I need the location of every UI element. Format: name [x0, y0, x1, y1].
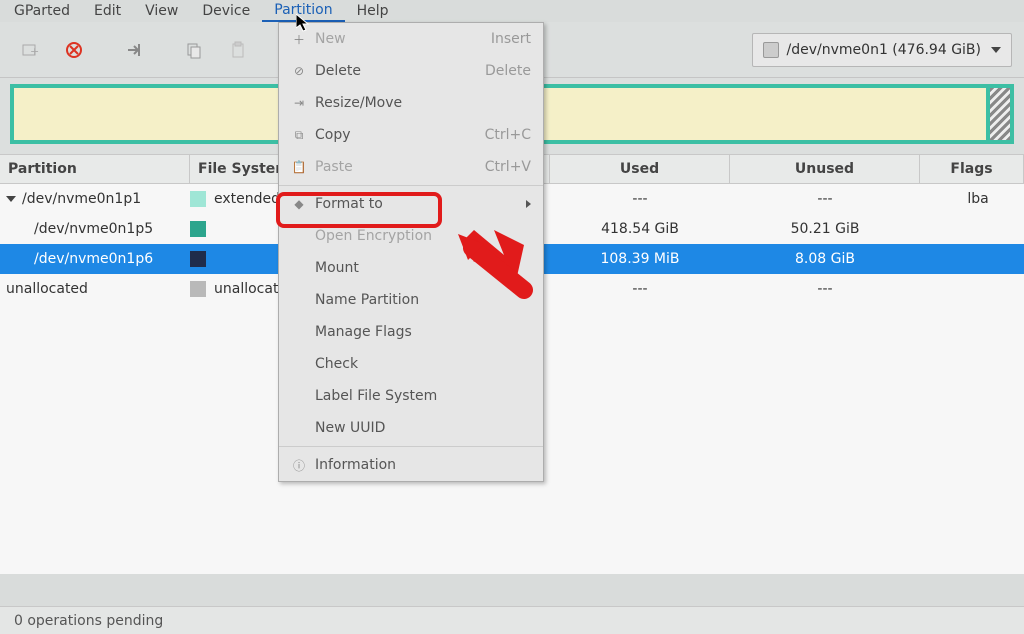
menu-accel: Insert: [491, 31, 531, 47]
partition-menu[interactable]: ＋ New Insert ⊘ Delete Delete ⇥ Resize/Move ⧉ Copy…: [278, 22, 544, 482]
blank-icon: [291, 420, 307, 436]
chevron-down-icon: [991, 47, 1001, 53]
device-selector[interactable]: /dev/nvme0n1 (476.94 GiB): [752, 33, 1012, 67]
status-text: 0 operations pending: [14, 613, 163, 629]
fs-label: extended: [214, 191, 280, 207]
col-partition[interactable]: Partition: [0, 155, 190, 183]
resize-icon: ⇥: [291, 95, 307, 111]
unused-cell: ---: [730, 191, 920, 207]
format-icon: ◆: [291, 196, 307, 212]
unallocated-segment[interactable]: [986, 84, 1014, 144]
used-cell: 418.54 GiB: [550, 221, 730, 237]
unused-cell: 8.08 GiB: [730, 251, 920, 267]
menu-help[interactable]: Help: [345, 1, 401, 21]
menu-item-copy[interactable]: ⧉ Copy Ctrl+C: [279, 119, 543, 151]
paste-icon: 📋: [291, 159, 307, 175]
menu-item-label: Format to: [315, 196, 383, 212]
menu-item-label: Manage Flags: [315, 324, 412, 340]
paste-icon[interactable]: [220, 32, 256, 68]
partition-name: /dev/nvme0n1p1: [22, 191, 141, 207]
menu-item-check[interactable]: Check: [279, 348, 543, 380]
info-icon: ⓘ: [291, 457, 307, 473]
menu-item-label: Label File System: [315, 388, 437, 404]
col-used[interactable]: Used: [550, 155, 730, 183]
copy-icon[interactable]: [176, 32, 212, 68]
col-unused[interactable]: Unused: [730, 155, 920, 183]
menu-item-label: Mount: [315, 260, 359, 276]
used-cell: ---: [550, 191, 730, 207]
menu-item-label: Open Encryption: [315, 228, 432, 244]
menu-item-name-partition[interactable]: Name Partition: [279, 284, 543, 316]
submenu-arrow-icon: [526, 200, 531, 208]
fs-swatch: [190, 251, 206, 267]
status-bar: 0 operations pending: [0, 606, 1024, 634]
menu-item-delete[interactable]: ⊘ Delete Delete: [279, 55, 543, 87]
menu-device[interactable]: Device: [190, 1, 262, 21]
menu-item-label: Copy: [315, 127, 351, 143]
menu-item-label: Paste: [315, 159, 353, 175]
partition-name: unallocated: [6, 281, 88, 297]
fs-swatch: [190, 191, 206, 207]
device-label: /dev/nvme0n1 (476.94 GiB): [787, 42, 981, 58]
menu-item-label-file-system[interactable]: Label File System: [279, 380, 543, 412]
menu-item-mount[interactable]: Mount: [279, 252, 543, 284]
menu-item-manage-flags[interactable]: Manage Flags: [279, 316, 543, 348]
menu-item-label: New UUID: [315, 420, 385, 436]
used-cell: 108.39 MiB: [550, 251, 730, 267]
flags-cell: lba: [920, 191, 1024, 207]
plus-icon: ＋: [291, 31, 307, 47]
menu-partition[interactable]: Partition: [262, 0, 344, 22]
menu-item-open-encryption: Open Encryption: [279, 220, 543, 252]
delete-icon[interactable]: [56, 32, 92, 68]
blank-icon: [291, 356, 307, 372]
copy-icon: ⧉: [291, 127, 307, 143]
menu-item-format-to[interactable]: ◆ Format to: [279, 188, 543, 220]
partition-name: /dev/nvme0n1p5: [34, 221, 153, 237]
col-flags[interactable]: Flags: [920, 155, 1024, 183]
new-partition-icon[interactable]: +: [12, 32, 48, 68]
blank-icon: [291, 388, 307, 404]
fs-swatch: [190, 221, 206, 237]
menu-gparted[interactable]: GParted: [2, 1, 82, 21]
menu-item-label: Resize/Move: [315, 95, 402, 111]
menu-accel: Ctrl+C: [485, 127, 531, 143]
menu-item-resize-move[interactable]: ⇥ Resize/Move: [279, 87, 543, 119]
menu-item-label: Check: [315, 356, 358, 372]
menu-item-label: Delete: [315, 63, 361, 79]
menu-item-label: Information: [315, 457, 396, 473]
svg-text:+: +: [30, 45, 39, 58]
partition-name: /dev/nvme0n1p6: [34, 251, 153, 267]
menu-accel: Ctrl+V: [485, 159, 531, 175]
menu-item-paste: 📋 Paste Ctrl+V: [279, 151, 543, 183]
resize-icon[interactable]: [116, 32, 152, 68]
blank-icon: [291, 292, 307, 308]
menu-item-label: Name Partition: [315, 292, 419, 308]
menu-item-label: New: [315, 31, 346, 47]
blank-icon: [291, 324, 307, 340]
delete-icon: ⊘: [291, 63, 307, 79]
used-cell: ---: [550, 281, 730, 297]
menu-view[interactable]: View: [133, 1, 190, 21]
unused-cell: ---: [730, 281, 920, 297]
menubar[interactable]: GParted Edit View Device Partition Help: [0, 0, 1024, 22]
menu-accel: Delete: [485, 63, 531, 79]
blank-icon: [291, 260, 307, 276]
menu-item-new: ＋ New Insert: [279, 23, 543, 55]
menu-edit[interactable]: Edit: [82, 1, 133, 21]
disk-icon: [763, 42, 779, 58]
menu-item-information[interactable]: ⓘ Information: [279, 449, 543, 481]
caret-down-icon[interactable]: [6, 196, 16, 202]
menu-item-new-uuid[interactable]: New UUID: [279, 412, 543, 444]
unused-cell: 50.21 GiB: [730, 221, 920, 237]
blank-icon: [291, 228, 307, 244]
fs-swatch: [190, 281, 206, 297]
